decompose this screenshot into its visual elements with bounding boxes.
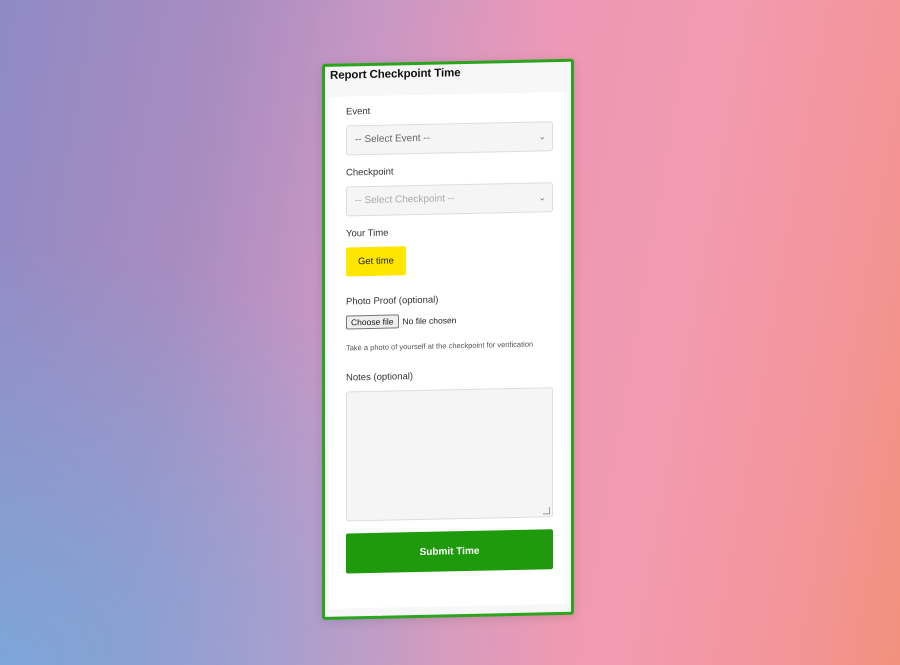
checkpoint-select[interactable]: -- Select Checkpoint -- ⌄ [346,182,553,217]
checkpoint-label: Checkpoint [346,166,394,179]
report-checkpoint-card: Report Checkpoint Time Event -- Select E… [322,58,574,620]
event-select[interactable]: -- Select Event -- ⌄ [346,121,553,156]
get-time-button[interactable]: Get time [346,246,406,277]
photo-hint: Take a photo of yourself at the checkpoi… [346,339,534,353]
checkpoint-select-value: -- Select Checkpoint -- [355,193,455,207]
chevron-down-icon: ⌄ [538,131,546,142]
no-file-text: No file chosen [402,315,457,327]
resize-handle-icon[interactable] [543,507,550,515]
event-select-value: -- Select Event -- [355,132,431,146]
choose-file-button[interactable]: Choose file [346,314,399,330]
chevron-down-icon: ⌄ [538,192,546,203]
your-time-label: Your Time [346,227,389,240]
notes-textarea[interactable] [346,387,553,522]
notes-label: Notes (optional) [346,371,414,384]
form-body: Event -- Select Event -- ⌄ Checkpoint --… [329,91,567,609]
photo-proof-label: Photo Proof (optional) [346,294,439,308]
photo-file-input[interactable]: Choose file No file chosen [346,311,553,330]
submit-time-button[interactable]: Submit Time [346,529,553,574]
event-label: Event [346,105,371,118]
